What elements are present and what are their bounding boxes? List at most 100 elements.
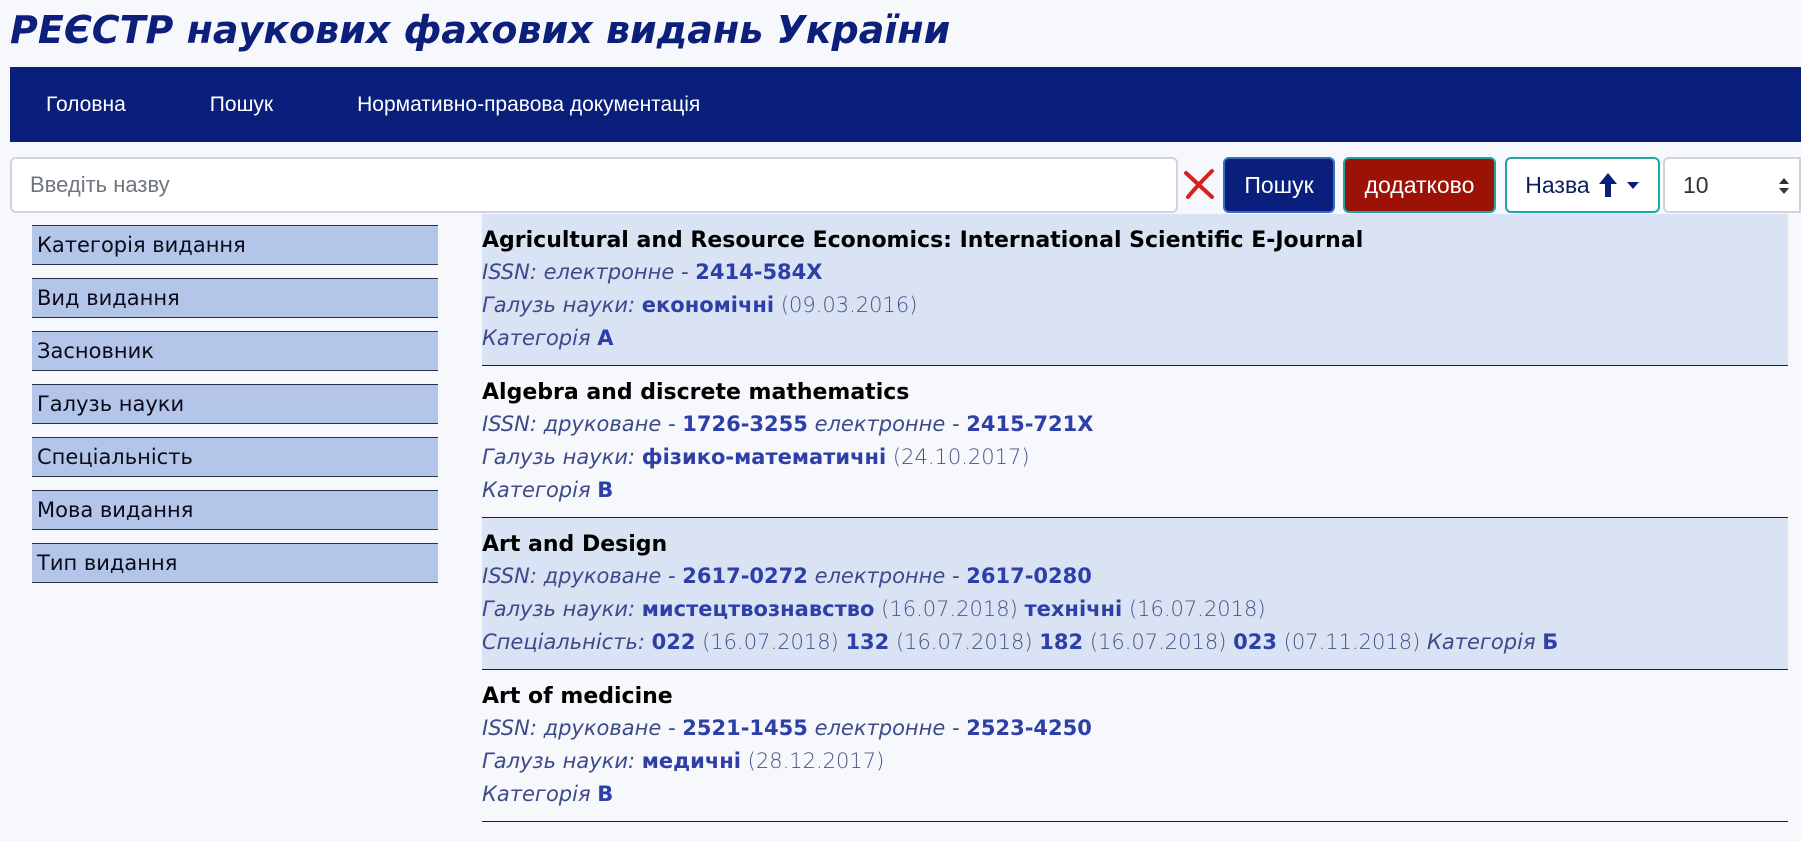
category-value[interactable]: А bbox=[597, 326, 613, 350]
search-button[interactable]: Пошук bbox=[1223, 157, 1335, 213]
category-value[interactable]: Б bbox=[1542, 630, 1558, 654]
electronic-label: електронне bbox=[814, 564, 946, 588]
site-title-rest: наукових фахових видань України bbox=[173, 8, 951, 52]
updown-arrows-icon bbox=[1779, 178, 1789, 194]
journal-title[interactable]: Art and Design bbox=[482, 530, 1788, 560]
site-title: РЕЄСТР наукових фахових видань України bbox=[10, 8, 950, 52]
printed-label: друковане bbox=[543, 412, 662, 436]
issn-printed[interactable]: 1726-3255 bbox=[682, 412, 808, 436]
electronic-label: електронне bbox=[543, 260, 675, 284]
sort-dropdown-button[interactable]: Назва bbox=[1505, 157, 1660, 213]
field-name[interactable]: технічні bbox=[1024, 597, 1122, 621]
issn-line: ISSN: друковане - 2521-1455 електронне -… bbox=[482, 712, 1788, 745]
clear-search-icon[interactable] bbox=[1182, 167, 1216, 201]
journal-title[interactable]: Algebra and discrete mathematics bbox=[482, 378, 1788, 408]
field-name[interactable]: фізико-математичні bbox=[642, 445, 886, 469]
results-list: Agricultural and Resource Economics: Int… bbox=[482, 214, 1788, 822]
specialty-code[interactable]: 022 bbox=[652, 630, 696, 654]
sidebar-item-field[interactable]: Галузь науки bbox=[32, 384, 438, 424]
dash: - bbox=[667, 716, 676, 740]
field-date: (09.03.2016) bbox=[780, 293, 918, 317]
field-line: Галузь науки: економічні (09.03.2016) bbox=[482, 289, 1788, 322]
dash: - bbox=[667, 564, 676, 588]
issn-line: ISSN: друковане - 2617-0272 електронне -… bbox=[482, 560, 1788, 593]
field-label: Галузь науки: bbox=[482, 597, 636, 621]
search-button-label: Пошук bbox=[1244, 171, 1314, 198]
sidebar-item-specialty[interactable]: Спеціальність bbox=[32, 437, 438, 477]
issn-electronic[interactable]: 2415-721X bbox=[966, 412, 1093, 436]
list-item: Art and Design ISSN: друковане - 2617-02… bbox=[482, 518, 1788, 670]
advanced-search-button[interactable]: додатково bbox=[1343, 157, 1496, 213]
sort-label: Назва bbox=[1525, 171, 1590, 198]
nav-item-documentation[interactable]: Нормативно-правова документація bbox=[357, 93, 700, 117]
arrow-up-icon bbox=[1598, 173, 1617, 197]
journal-title[interactable]: Agricultural and Resource Economics: Int… bbox=[482, 226, 1788, 256]
field-date: (16.07.2018) bbox=[881, 597, 1018, 621]
specialty-code[interactable]: 132 bbox=[845, 630, 889, 654]
field-name[interactable]: медичні bbox=[642, 749, 741, 773]
caret-down-icon bbox=[1626, 182, 1639, 189]
site-title-strong: РЕЄСТР bbox=[10, 8, 174, 52]
field-label: Галузь науки: bbox=[482, 749, 636, 773]
journal-title[interactable]: Art of medicine bbox=[482, 682, 1788, 712]
specialty-date: (16.07.2018) bbox=[1089, 630, 1227, 654]
field-line: Галузь науки: мистецтвознавство (16.07.2… bbox=[482, 593, 1788, 626]
field-name[interactable]: мистецтвознавство bbox=[642, 597, 875, 621]
issn-printed[interactable]: 2617-0272 bbox=[682, 564, 808, 588]
sidebar-item-publication-type[interactable]: Тип видання bbox=[32, 543, 438, 583]
category-label: Категорія bbox=[482, 782, 591, 806]
issn-line: ISSN: електронне - 2414-584X bbox=[482, 256, 1788, 289]
category-value[interactable]: В bbox=[597, 782, 613, 806]
dash: - bbox=[952, 564, 960, 588]
specialty-code[interactable]: 023 bbox=[1233, 630, 1277, 654]
dash: - bbox=[667, 412, 676, 436]
field-date: (24.10.2017) bbox=[892, 445, 1030, 469]
advanced-search-label: додатково bbox=[1364, 171, 1475, 198]
dash: - bbox=[681, 260, 689, 284]
category-line: Категорія А bbox=[482, 322, 1788, 355]
field-line: Галузь науки: медичні (28.12.2017) bbox=[482, 745, 1788, 778]
electronic-label: електронне bbox=[814, 716, 946, 740]
filter-sidebar: Категорія видання Вид видання Засновник … bbox=[32, 225, 438, 596]
issn-electronic[interactable]: 2617-0280 bbox=[966, 564, 1092, 588]
search-input[interactable] bbox=[10, 157, 1178, 213]
specialty-code[interactable]: 182 bbox=[1039, 630, 1083, 654]
issn-label: ISSN: bbox=[482, 412, 537, 436]
issn-printed[interactable]: 2521-1455 bbox=[682, 716, 808, 740]
specialty-label: Спеціальність: bbox=[482, 630, 645, 654]
dash: - bbox=[952, 412, 960, 436]
category-value[interactable]: В bbox=[597, 478, 613, 502]
category-label: Категорія bbox=[482, 478, 591, 502]
electronic-label: електронне bbox=[814, 412, 946, 436]
specialty-date: (16.07.2018) bbox=[702, 630, 839, 654]
sidebar-item-category[interactable]: Категорія видання bbox=[32, 225, 438, 265]
printed-label: друковане bbox=[543, 564, 662, 588]
issn-line: ISSN: друковане - 1726-3255 електронне -… bbox=[482, 408, 1788, 441]
list-item: Algebra and discrete mathematics ISSN: д… bbox=[482, 366, 1788, 518]
dash: - bbox=[952, 716, 960, 740]
issn-electronic[interactable]: 2523-4250 bbox=[966, 716, 1092, 740]
specialty-date: (16.07.2018) bbox=[895, 630, 1033, 654]
field-name[interactable]: економічні bbox=[642, 293, 774, 317]
per-page-select[interactable]: 10 bbox=[1663, 157, 1801, 213]
list-item: Agricultural and Resource Economics: Int… bbox=[482, 214, 1788, 366]
list-item: Art of medicine ISSN: друковане - 2521-1… bbox=[482, 670, 1788, 822]
printed-label: друковане bbox=[543, 716, 662, 740]
issn-electronic[interactable]: 2414-584X bbox=[695, 260, 822, 284]
category-label: Категорія bbox=[482, 326, 591, 350]
issn-label: ISSN: bbox=[482, 260, 537, 284]
field-line: Галузь науки: фізико-математичні (24.10.… bbox=[482, 441, 1788, 474]
category-line: Категорія В bbox=[482, 778, 1788, 811]
nav-item-search[interactable]: Пошук bbox=[210, 93, 273, 117]
category-line: Категорія В bbox=[482, 474, 1788, 507]
per-page-value: 10 bbox=[1683, 171, 1709, 198]
nav-item-home[interactable]: Головна bbox=[46, 93, 126, 117]
category-label: Категорія bbox=[1426, 630, 1536, 654]
sidebar-item-language[interactable]: Мова видання bbox=[32, 490, 438, 530]
sidebar-item-founder[interactable]: Засновник bbox=[32, 331, 438, 371]
issn-label: ISSN: bbox=[482, 716, 537, 740]
field-date: (16.07.2018) bbox=[1128, 597, 1266, 621]
field-label: Галузь науки: bbox=[482, 445, 636, 469]
sidebar-item-type[interactable]: Вид видання bbox=[32, 278, 438, 318]
issn-label: ISSN: bbox=[482, 564, 537, 588]
